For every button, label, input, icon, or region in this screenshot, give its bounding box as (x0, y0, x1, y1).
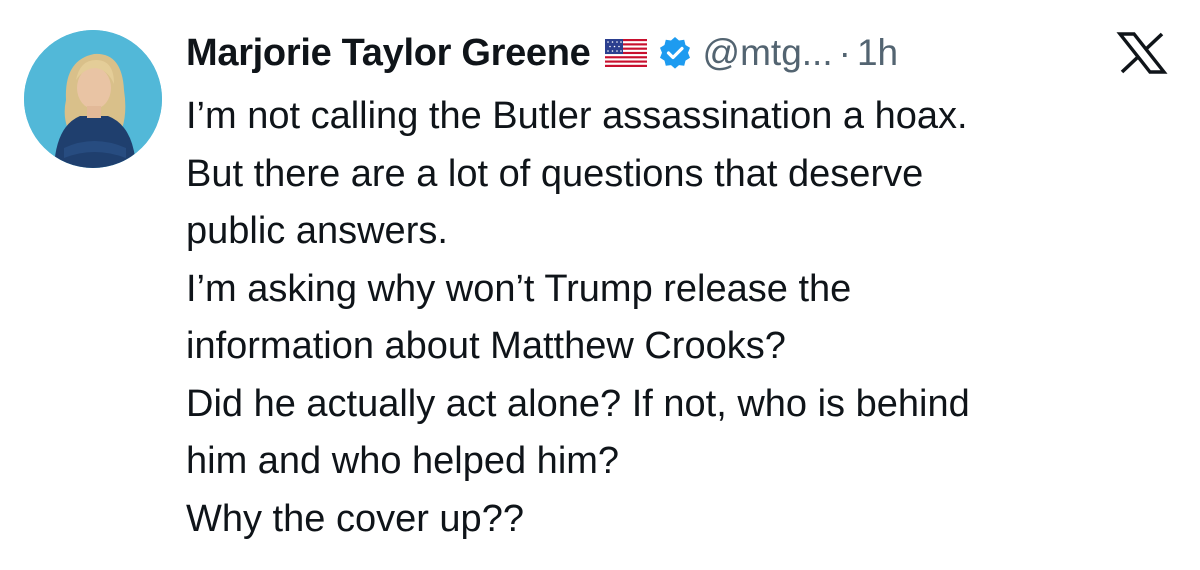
tweet-text-line: I’m asking why won’t Trump release the (186, 267, 852, 310)
tweet-text-line: Did he actually act alone? If not, who i… (186, 382, 970, 425)
avatar[interactable] (24, 30, 162, 168)
tweet-text-line: But there are a lot of questions that de… (186, 152, 924, 195)
x-logo-icon[interactable] (1114, 32, 1170, 74)
tweet-card: Marjorie Taylor Greene @mtg... · 1h I’m … (0, 0, 1200, 570)
author-handle[interactable]: @mtg... (703, 32, 833, 74)
tweet-text-line: him and who helped him? (186, 440, 620, 482)
tweet-text-line: information about Matthew Crooks? (186, 325, 786, 367)
tweet-header: Marjorie Taylor Greene @mtg... · 1h (186, 28, 898, 78)
tweet-text: I’m not calling the Butler assassination… (186, 88, 1186, 548)
tweet-text-line: Why the cover up?? (186, 497, 524, 540)
timestamp[interactable]: 1h (857, 32, 898, 74)
us-flag-icon (604, 39, 647, 67)
verified-badge-icon[interactable] (657, 35, 693, 71)
separator-dot: · (838, 32, 851, 73)
author-name[interactable]: Marjorie Taylor Greene (186, 32, 591, 75)
tweet-text-line: I’m not calling the Butler assassination… (186, 95, 968, 137)
tweet-text-line: public answers. (186, 210, 448, 252)
